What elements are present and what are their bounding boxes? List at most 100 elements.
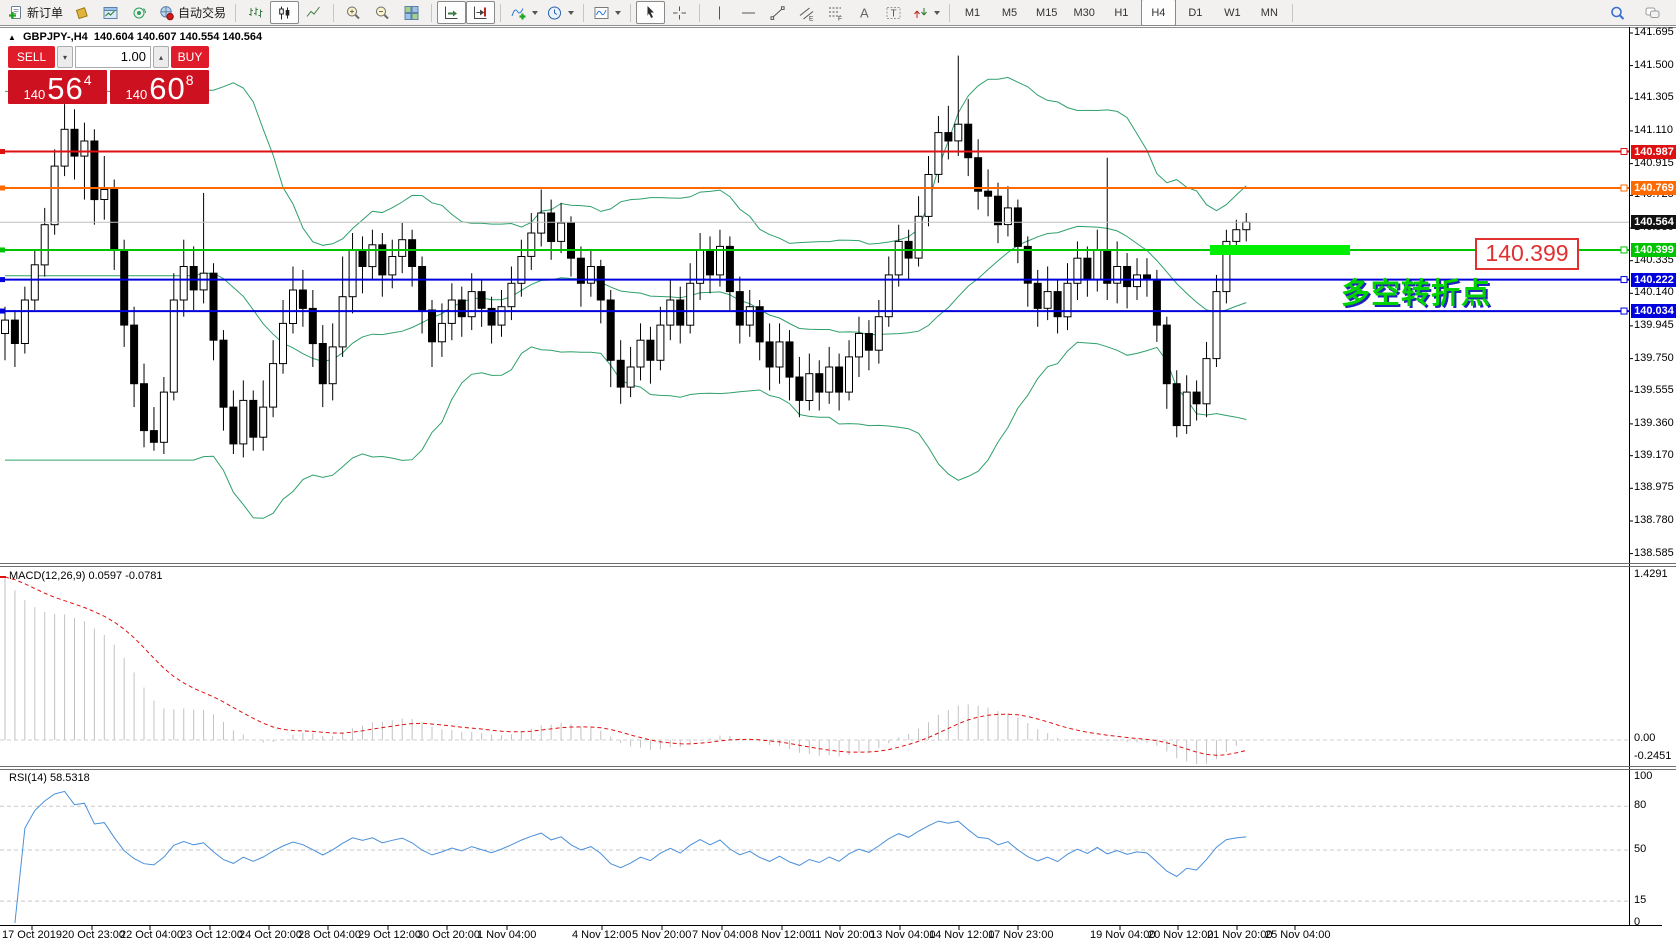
candle-body bbox=[319, 344, 326, 384]
candle-body bbox=[627, 367, 634, 387]
candle-body bbox=[1173, 384, 1180, 426]
candle-body bbox=[746, 307, 753, 325]
candle-body bbox=[776, 342, 783, 367]
candle-body bbox=[895, 241, 902, 275]
line-handle[interactable] bbox=[1621, 185, 1627, 191]
highlight-trend-segment[interactable] bbox=[1210, 245, 1350, 255]
buy-price-main: 60 bbox=[149, 75, 185, 102]
candle-body bbox=[299, 290, 306, 308]
bollinger-band-line bbox=[5, 342, 1246, 518]
candle-body bbox=[210, 273, 217, 340]
candle-body bbox=[339, 297, 346, 347]
rsi-indicator-label: RSI(14) 58.5318 bbox=[9, 772, 90, 784]
candle-body bbox=[677, 300, 684, 325]
line-handle[interactable] bbox=[0, 277, 5, 282]
candle-body bbox=[260, 407, 267, 437]
volume-increase-button[interactable]: ▴ bbox=[153, 46, 169, 68]
chart-canvas[interactable] bbox=[0, 0, 1676, 948]
candle-body bbox=[1094, 250, 1101, 280]
candle-body bbox=[568, 223, 575, 258]
candle-body bbox=[846, 357, 853, 392]
line-handle[interactable] bbox=[1621, 277, 1627, 283]
line-handle[interactable] bbox=[1621, 247, 1627, 253]
candle-body bbox=[329, 347, 336, 384]
candle-body bbox=[1213, 292, 1220, 359]
line-handle[interactable] bbox=[0, 149, 5, 154]
line-handle[interactable] bbox=[0, 309, 5, 314]
candle-body bbox=[1054, 292, 1061, 317]
symbol-period-label: GBPJPY-,H4 bbox=[23, 31, 88, 43]
candle-body bbox=[1014, 208, 1021, 247]
candle-body bbox=[508, 283, 515, 306]
candle-body bbox=[995, 196, 1002, 225]
candle-body bbox=[409, 240, 416, 267]
candle-body bbox=[826, 367, 833, 392]
candle-body bbox=[786, 342, 793, 377]
candle-body bbox=[141, 384, 148, 431]
candle-body bbox=[875, 317, 882, 351]
price-tag-annotation[interactable]: 140.399 bbox=[1475, 238, 1579, 270]
collapse-panel-icon: ▲ bbox=[8, 33, 16, 42]
line-handle[interactable] bbox=[0, 247, 5, 252]
sell-button[interactable]: SELL bbox=[8, 46, 55, 68]
sell-price-display[interactable]: 140 56 4 bbox=[8, 70, 107, 104]
candle-body bbox=[250, 400, 257, 437]
candle-body bbox=[637, 340, 644, 367]
candle-body bbox=[558, 223, 565, 241]
buy-price-display[interactable]: 140 60 8 bbox=[110, 70, 209, 104]
candle-body bbox=[538, 213, 545, 233]
candle-body bbox=[11, 320, 18, 343]
candle-body bbox=[170, 300, 177, 392]
candle-body bbox=[865, 334, 872, 351]
candle-body bbox=[1163, 325, 1170, 384]
candle-body bbox=[816, 374, 823, 392]
candle-body bbox=[1233, 230, 1240, 242]
candle-body bbox=[856, 334, 863, 357]
candle-body bbox=[498, 307, 505, 325]
candle-body bbox=[975, 158, 982, 192]
candle-body bbox=[548, 213, 555, 242]
candle-body bbox=[1134, 275, 1141, 287]
line-handle[interactable] bbox=[0, 186, 5, 191]
volume-input[interactable]: 1.00 bbox=[75, 46, 151, 68]
buy-button[interactable]: BUY bbox=[171, 46, 209, 68]
sell-price-pip: 4 bbox=[84, 73, 92, 87]
candle-body bbox=[647, 340, 654, 360]
sell-price-main: 56 bbox=[47, 75, 83, 102]
candle-body bbox=[528, 233, 535, 256]
line-handle[interactable] bbox=[1621, 308, 1627, 314]
candle-body bbox=[240, 400, 247, 444]
candle-body bbox=[1124, 267, 1131, 287]
candle-body bbox=[21, 300, 28, 344]
candle-body bbox=[836, 367, 843, 392]
candle-body bbox=[1153, 280, 1160, 325]
candle-body bbox=[41, 225, 48, 265]
chart-title: ▲ GBPJPY-,H4 140.604 140.607 140.554 140… bbox=[8, 31, 262, 43]
volume-decrease-button[interactable]: ▾ bbox=[57, 46, 73, 68]
candle-body bbox=[1104, 250, 1111, 283]
candle-body bbox=[736, 292, 743, 326]
turning-point-annotation[interactable]: 多空转折点 bbox=[1341, 270, 1491, 312]
candle-body bbox=[31, 265, 38, 300]
candle-body bbox=[399, 240, 406, 257]
candle-body bbox=[1193, 392, 1200, 404]
candle-body bbox=[657, 325, 664, 360]
candle-body bbox=[101, 190, 108, 200]
candle-body bbox=[1024, 246, 1031, 283]
rsi-line bbox=[15, 791, 1246, 923]
candle-body bbox=[687, 283, 694, 325]
candle-body bbox=[707, 250, 714, 275]
candle-body bbox=[309, 308, 316, 343]
candle-body bbox=[925, 175, 932, 217]
candle-body bbox=[369, 245, 376, 267]
candle-body bbox=[150, 431, 157, 443]
line-handle[interactable] bbox=[1621, 149, 1627, 155]
candle-body bbox=[230, 407, 237, 444]
candle-body bbox=[389, 257, 396, 275]
candle-body bbox=[1034, 283, 1041, 308]
candle-body bbox=[468, 292, 475, 317]
candle-body bbox=[955, 124, 962, 141]
candle-body bbox=[200, 273, 207, 290]
candle-body bbox=[587, 267, 594, 284]
candle-body bbox=[81, 141, 88, 156]
